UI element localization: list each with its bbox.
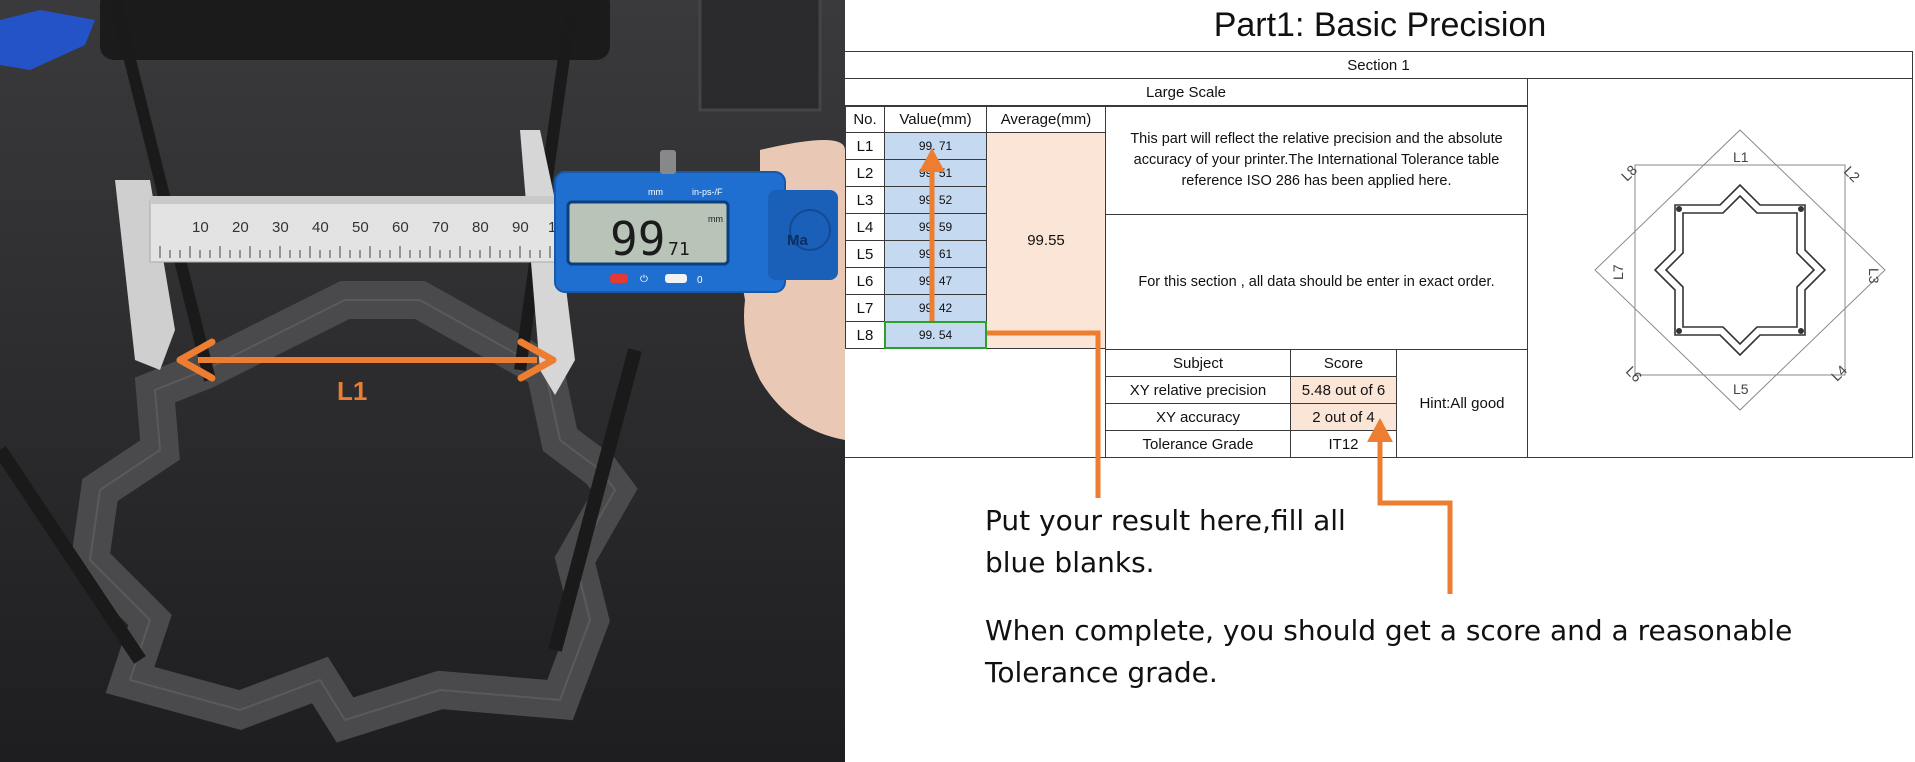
note-line: When complete, you should get a score an…: [985, 614, 1793, 647]
value-input-selected[interactable]: 99. 54: [884, 321, 987, 349]
note-completion: When complete, you should get a score an…: [985, 610, 1792, 694]
note-line: Put your result here,fill all: [985, 504, 1346, 537]
arrow-up-icon: [1367, 418, 1393, 442]
arrow-up-icon: [919, 148, 945, 172]
note-line: blue blanks.: [985, 546, 1155, 579]
note-line: Tolerance grade.: [985, 656, 1218, 689]
note-instruction: Put your result here,fill all blue blank…: [985, 500, 1346, 584]
